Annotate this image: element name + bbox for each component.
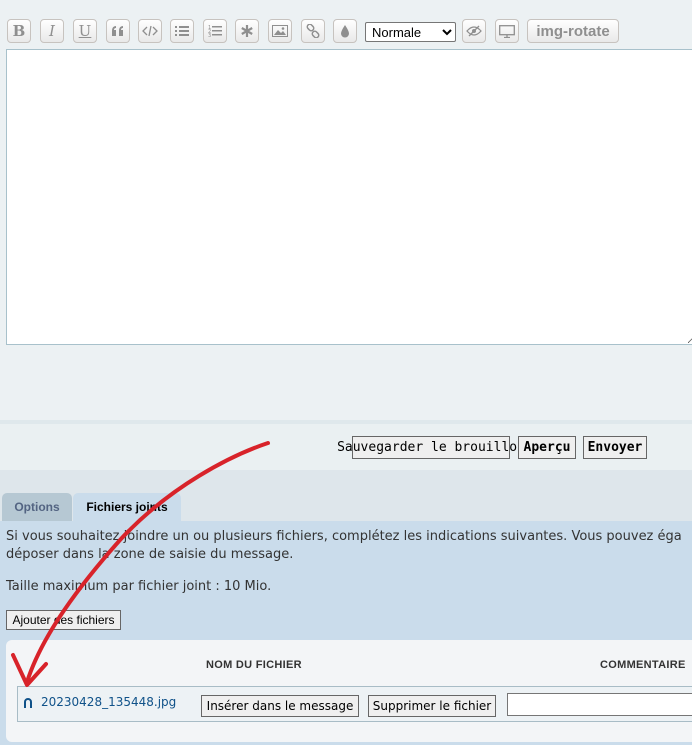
numbered-list-button[interactable]: 123: [203, 19, 227, 43]
insert-in-message-button[interactable]: Insérer dans le message: [201, 695, 359, 717]
italic-icon: I: [49, 22, 55, 40]
send-button[interactable]: Envoyer: [583, 436, 647, 459]
hide-eye-icon: [466, 25, 482, 37]
delete-file-button[interactable]: Supprimer le fichier: [368, 695, 496, 717]
asterisk-icon: [241, 25, 253, 37]
bold-icon: B: [12, 22, 26, 40]
image-icon: [272, 25, 288, 37]
bullet-list-button[interactable]: [170, 19, 194, 43]
link-button[interactable]: [301, 19, 325, 43]
color-button[interactable]: [333, 19, 357, 43]
add-files-button[interactable]: Ajouter des fichiers: [6, 610, 121, 630]
attachments-intro-line2: déposer dans la zone de saisie du messag…: [6, 547, 294, 562]
monitor-icon: [499, 24, 515, 38]
preview-button[interactable]: Aperçu: [518, 436, 576, 459]
link-icon: [306, 24, 320, 38]
filename-column-header: NOM DU FICHIER: [206, 659, 302, 671]
bold-button[interactable]: B: [7, 19, 31, 43]
svg-text:3: 3: [208, 33, 211, 38]
preview-monitor-button[interactable]: [495, 19, 519, 43]
quote-icon: [112, 26, 123, 36]
numbered-list-icon: 123: [208, 25, 222, 38]
hide-button[interactable]: [462, 19, 486, 43]
asterisk-button[interactable]: [235, 19, 259, 43]
font-size-select[interactable]: Normale: [365, 22, 456, 42]
max-size-text: Taille maximum par fichier joint : 10 Mi…: [6, 579, 272, 594]
attachments-intro-line1: Si vous souhaitez joindre un ou plusieur…: [6, 529, 682, 544]
comment-column-header: COMMENTAIRE: [600, 659, 686, 671]
quote-button[interactable]: [106, 19, 130, 43]
bullet-list-icon: [175, 26, 189, 36]
underline-button[interactable]: U: [73, 19, 97, 43]
italic-button[interactable]: I: [40, 19, 64, 43]
attachment-status-icon: [24, 698, 32, 708]
message-textarea[interactable]: [6, 49, 692, 345]
img-rotate-button[interactable]: img-rotate: [527, 19, 619, 43]
tab-attachments[interactable]: Fichiers joints: [73, 493, 181, 521]
attachment-file-link[interactable]: 20230428_135448.jpg: [41, 695, 176, 709]
code-icon: [142, 25, 158, 37]
underline-icon: U: [78, 22, 92, 40]
code-button[interactable]: [138, 19, 162, 43]
tab-options[interactable]: Options: [2, 493, 72, 521]
color-drop-icon: [341, 24, 349, 37]
attachment-comment-input[interactable]: [507, 693, 692, 716]
save-draft-button[interactable]: Sauvegarder le brouillon: [337, 436, 525, 459]
image-button[interactable]: [268, 19, 292, 43]
